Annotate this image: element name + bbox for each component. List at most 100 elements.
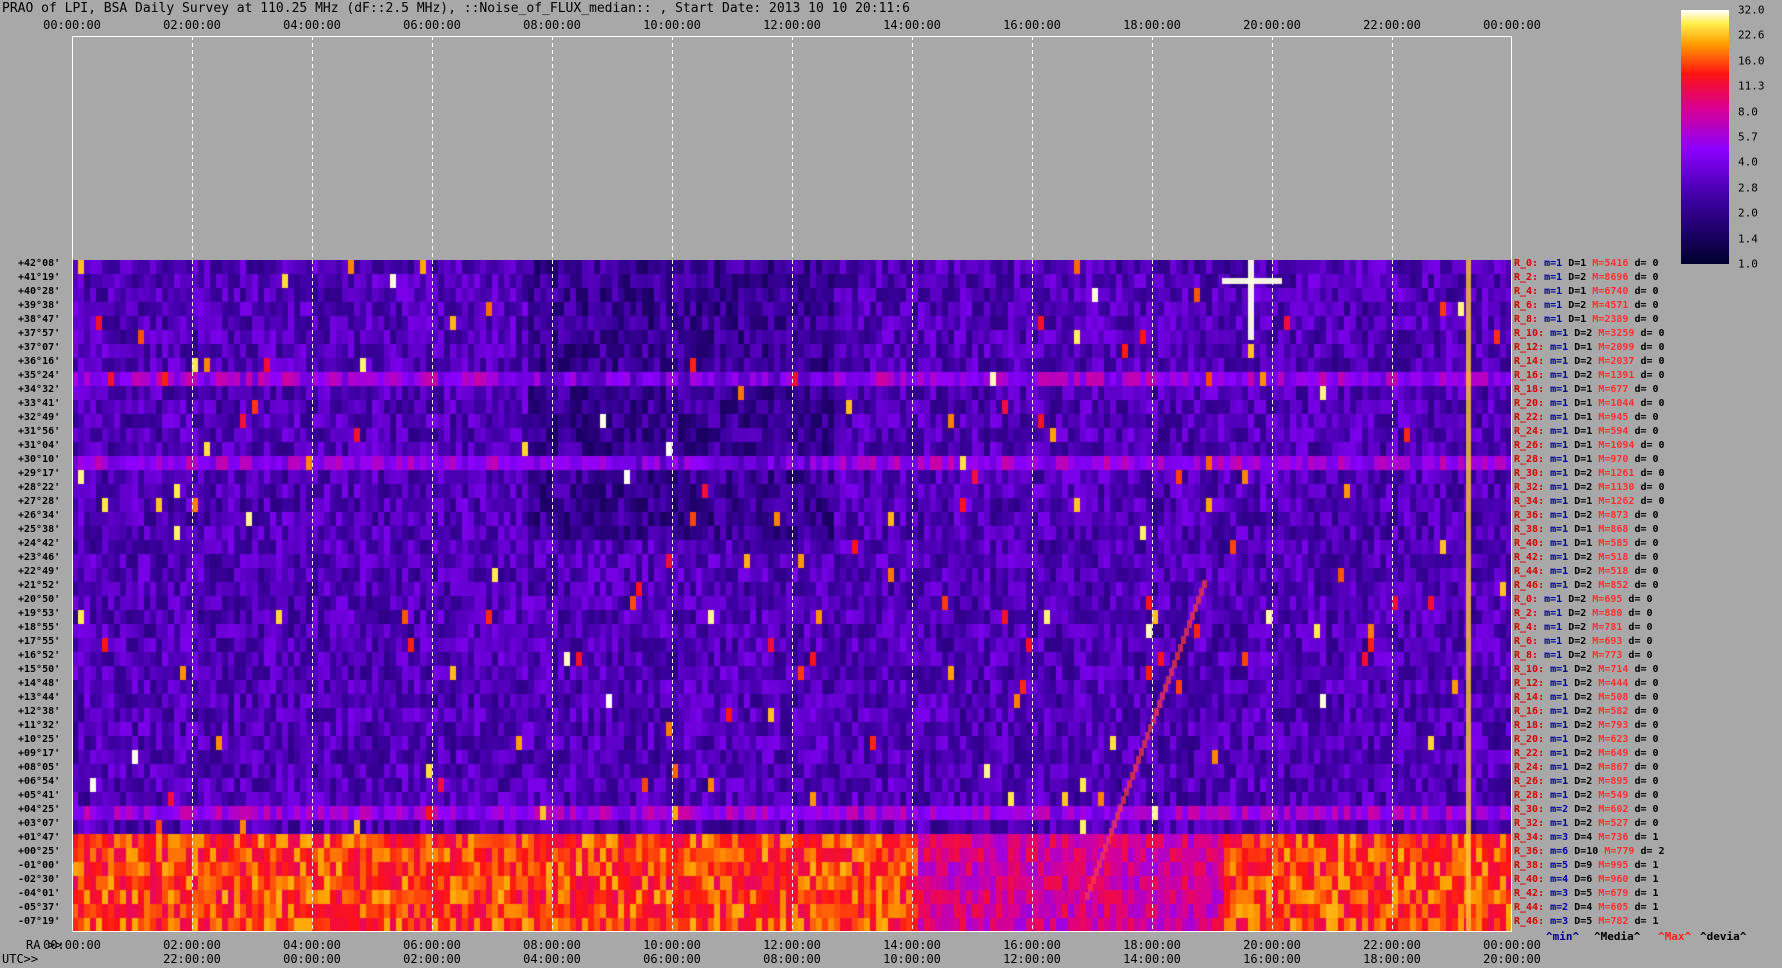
declination-label: +16°52' [18,650,61,661]
footer-devia: ^devia^ [1700,930,1747,943]
row-stat-field: D=2 [1568,804,1593,815]
row-stat-field: M=1391 [1592,370,1635,381]
row-stat-field: d= 0 [1634,328,1665,339]
declination-label: +37°07' [18,342,61,353]
row-stat-field: d= 0 [1628,300,1659,311]
row-stat-field: M=2037 [1592,356,1635,367]
row-stat-field: R_18: [1514,384,1545,395]
row-stat-field: R_28: [1514,790,1545,801]
row-stat-field: D=6 [1568,874,1593,885]
row-stat-field: D=2 [1568,776,1593,787]
row-stat-field: M=518 [1592,552,1629,563]
ra-axis-tick: 06:00:00 [403,938,461,952]
row-stat-field: R_10: [1514,328,1545,339]
row-stat: R_14: m=1 D=2 M=508 d= 0 [1514,692,1659,703]
utc-axis-tick: 16:00:00 [1243,952,1301,966]
row-stat-field: m=1 [1544,524,1569,535]
declination-label: +12°38' [18,706,61,717]
row-stat-field: M=602 [1592,804,1629,815]
top-axis-tick: 06:00:00 [403,18,461,32]
row-stat-field: M=852 [1592,580,1629,591]
row-stat: R_44: m=2 D=4 M=605 d= 1 [1514,902,1659,913]
row-stat-field: m=1 [1544,426,1569,437]
declination-label: +04°25' [18,804,61,815]
declination-label: -07°19' [18,916,61,927]
row-stat-field: M=693 [1586,636,1623,647]
row-stat-field: d= 0 [1628,384,1659,395]
row-stat: R_22: m=1 D=2 M=649 d= 0 [1514,748,1659,759]
row-stat-field: d= 0 [1628,804,1659,815]
row-stat: R_36: m=6 D=10 M=779 d= 2 [1514,846,1665,857]
chart-title: PRAO of LPI, BSA Daily Survey at 110.25 … [2,1,910,16]
row-stat-field: M=6740 [1586,286,1629,297]
row-stat-field: R_32: [1514,482,1545,493]
top-axis-tick: 02:00:00 [163,18,221,32]
row-stat-field: m=2 [1544,902,1569,913]
row-stat-field: M=895 [1592,776,1629,787]
row-stat-field: M=527 [1592,818,1629,829]
row-stat-field: M=677 [1592,384,1629,395]
row-stat-field: d= 1 [1628,874,1659,885]
declination-label: +34°32' [18,384,61,395]
row-stat-field: R_18: [1514,720,1545,731]
row-stat-field: M=880 [1586,608,1623,619]
row-stat-field: m=1 [1544,538,1569,549]
row-stat-field: m=1 [1544,706,1569,717]
row-stat-field: m=3 [1544,888,1569,899]
row-stat: R_46: m=1 D=2 M=852 d= 0 [1514,580,1659,591]
utc-axis-tick: 08:00:00 [763,952,821,966]
row-stat-field: R_28: [1514,454,1545,465]
row-stat-field: R_6: [1514,636,1539,647]
row-stat-field: M=508 [1592,692,1629,703]
row-stat-field: m=1 [1538,622,1563,633]
row-stat-field: m=1 [1544,818,1569,829]
row-stat-field: m=1 [1538,636,1563,647]
footer-max: ^Max^ [1658,930,1692,943]
top-axis-tick: 20:00:00 [1243,18,1301,32]
row-stat-field: R_36: [1514,510,1545,521]
row-stat-field: m=1 [1544,678,1569,689]
row-stat-field: M=1130 [1592,482,1635,493]
row-stat-field: R_4: [1514,286,1539,297]
row-stat-field: d= 0 [1628,664,1659,675]
row-stat-field: d= 1 [1628,832,1659,843]
declination-label: +25°38' [18,524,61,535]
row-stat-field: D=2 [1568,678,1593,689]
row-stat: R_26: m=1 D=1 M=1094 d= 0 [1514,440,1665,451]
ra-axis-tick: 16:00:00 [1003,938,1061,952]
row-stat-field: M=594 [1592,426,1629,437]
row-stat-field: R_24: [1514,762,1545,773]
utc-axis-tick: 06:00:00 [643,952,701,966]
row-stat-field: d= 0 [1622,594,1653,605]
row-stat: R_2: m=1 D=2 M=880 d= 0 [1514,608,1653,619]
row-stat-field: M=781 [1586,622,1623,633]
declination-label: +30°10' [18,454,61,465]
row-stat-field: R_46: [1514,916,1545,927]
top-axis-tick: 00:00:00 [43,18,101,32]
row-stat-field: d= 0 [1628,314,1659,325]
row-stat-field: m=1 [1544,496,1569,507]
row-stat-field: m=1 [1544,580,1569,591]
top-axis-tick: 00:00:00 [1483,18,1541,32]
row-stat-field: d= 0 [1634,440,1665,451]
row-stat: R_4: m=1 D=2 M=781 d= 0 [1514,622,1653,633]
row-stat-field: d= 0 [1628,426,1659,437]
colorbar-tick: 2.8 [1738,181,1758,195]
row-stat-field: d= 1 [1628,860,1659,871]
row-stat-field: D=1 [1562,314,1587,325]
declination-label: +03°07' [18,818,61,829]
row-stat-field: R_14: [1514,356,1545,367]
row-stat-field: m=1 [1544,748,1569,759]
row-stat: R_12: m=1 D=2 M=444 d= 0 [1514,678,1659,689]
row-stat: R_8: m=1 D=2 M=773 d= 0 [1514,650,1653,661]
row-stat-field: D=2 [1568,664,1593,675]
colorbar-tick: 22.6 [1738,28,1765,42]
declination-label: +14°48' [18,678,61,689]
row-stat-field: D=1 [1568,426,1593,437]
row-stat: R_18: m=1 D=2 M=793 d= 0 [1514,720,1659,731]
declination-label: +00°25' [18,846,61,857]
utc-axis-label: UTC>> [2,952,39,966]
row-stat: R_6: m=1 D=2 M=4571 d= 0 [1514,300,1659,311]
declination-label: +06°54' [18,776,61,787]
row-stat-field: d= 2 [1634,846,1665,857]
